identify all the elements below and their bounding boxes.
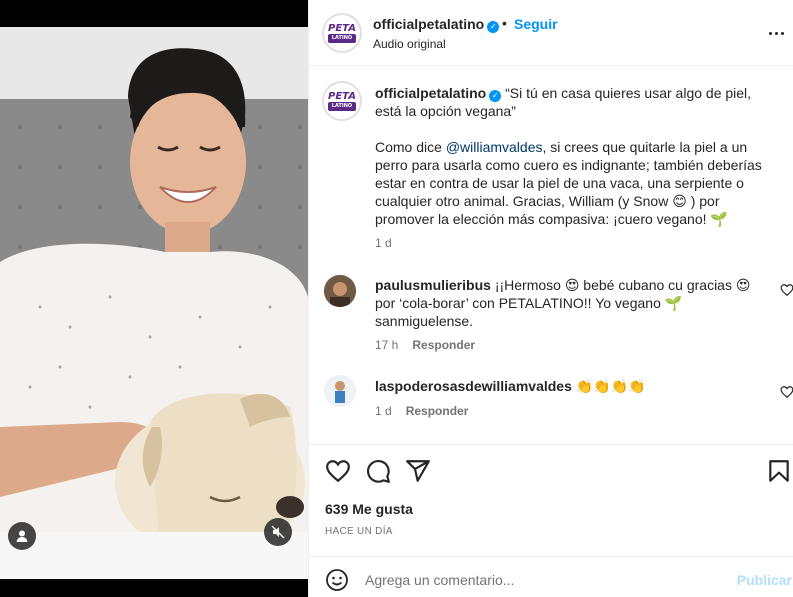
caption-avatar[interactable]: PETA LATINO: [322, 81, 362, 121]
video-player[interactable]: [0, 27, 308, 579]
post-header: PETA LATINO officialpetalatino ✓ • Seguir …: [309, 0, 793, 66]
comment-input[interactable]: [365, 569, 725, 591]
comment-text: paulusmulieribus ¡¡Hermoso 😍 bebé cubano…: [375, 276, 755, 330]
comment-text: laspoderosasdewilliamvaldes 👏👏👏👏: [375, 377, 755, 395]
user-icon: [16, 530, 28, 542]
caption-text: officialpetalatino ✓ “Si tú en casa quier…: [375, 84, 780, 246]
logo-subtext: LATINO: [328, 101, 356, 111]
post-timestamp[interactable]: HACE UN DÍA: [325, 526, 393, 537]
verified-badge-icon: ✓: [489, 90, 502, 102]
mention-link[interactable]: @williamvaldes: [446, 139, 543, 155]
caption-timestamp[interactable]: 1 d: [375, 236, 392, 250]
speaker-muted-icon: [271, 525, 285, 539]
comment-bubble-icon[interactable]: [365, 458, 391, 484]
reply-button[interactable]: Responder: [406, 404, 469, 418]
commenter-avatar[interactable]: [324, 375, 356, 407]
post-media: [0, 0, 308, 597]
save-bookmark-icon[interactable]: [766, 458, 792, 484]
peta-logo: PETA LATINO: [328, 90, 356, 111]
author-avatar[interactable]: PETA LATINO: [322, 13, 362, 53]
reply-button[interactable]: Responder: [412, 338, 475, 352]
caption-time[interactable]: 1 d: [375, 236, 392, 250]
comment-username[interactable]: laspoderosasdewilliamvaldes: [375, 378, 572, 394]
mute-button[interactable]: [264, 518, 292, 546]
separator-dot: •: [502, 15, 507, 31]
author-username-text[interactable]: officialpetalatino: [373, 16, 484, 32]
add-comment-bar: Publicar: [309, 556, 793, 597]
caption-body-start: Como dice: [375, 139, 446, 155]
post-panel: PETA LATINO officialpetalatino ✓ • Seguir …: [308, 0, 793, 597]
share-paper-plane-icon[interactable]: [405, 458, 431, 484]
like-heart-icon[interactable]: [325, 458, 351, 484]
more-options-icon[interactable]: [764, 22, 788, 44]
comment-time[interactable]: 1 d: [375, 404, 392, 418]
logo-text: PETA: [328, 22, 356, 34]
peta-logo: PETA LATINO: [328, 22, 356, 43]
verified-badge-icon: ✓: [487, 21, 500, 33]
comment-meta: 1 d Responder: [375, 404, 468, 418]
post-actions: 639 Me gusta HACE UN DÍA: [309, 444, 793, 556]
comment-body: 👏👏👏👏: [575, 378, 646, 394]
likes-count[interactable]: 639 Me gusta: [325, 501, 413, 517]
commenter-avatar[interactable]: [324, 275, 356, 307]
follow-button[interactable]: Seguir: [514, 16, 558, 32]
logo-text: PETA: [328, 90, 356, 102]
logo-subtext: LATINO: [328, 33, 356, 43]
comment-meta: 17 h Responder: [375, 338, 475, 352]
like-comment-heart-icon[interactable]: [780, 283, 793, 297]
comments-list[interactable]: PETA LATINO officialpetalatino ✓ “Si tú en…: [309, 67, 793, 444]
tagged-user-button[interactable]: [8, 522, 36, 550]
caption-username[interactable]: officialpetalatino: [375, 85, 486, 101]
comment-username[interactable]: paulusmulieribus: [375, 277, 491, 293]
author-username[interactable]: officialpetalatino ✓: [373, 16, 500, 33]
audio-link[interactable]: Audio original: [373, 37, 446, 51]
video-frame: [0, 27, 308, 579]
like-comment-heart-icon[interactable]: [780, 385, 793, 399]
post-comment-button[interactable]: Publicar: [737, 572, 792, 588]
emoji-smiley-icon[interactable]: [325, 568, 349, 592]
comment-time[interactable]: 17 h: [375, 338, 398, 352]
